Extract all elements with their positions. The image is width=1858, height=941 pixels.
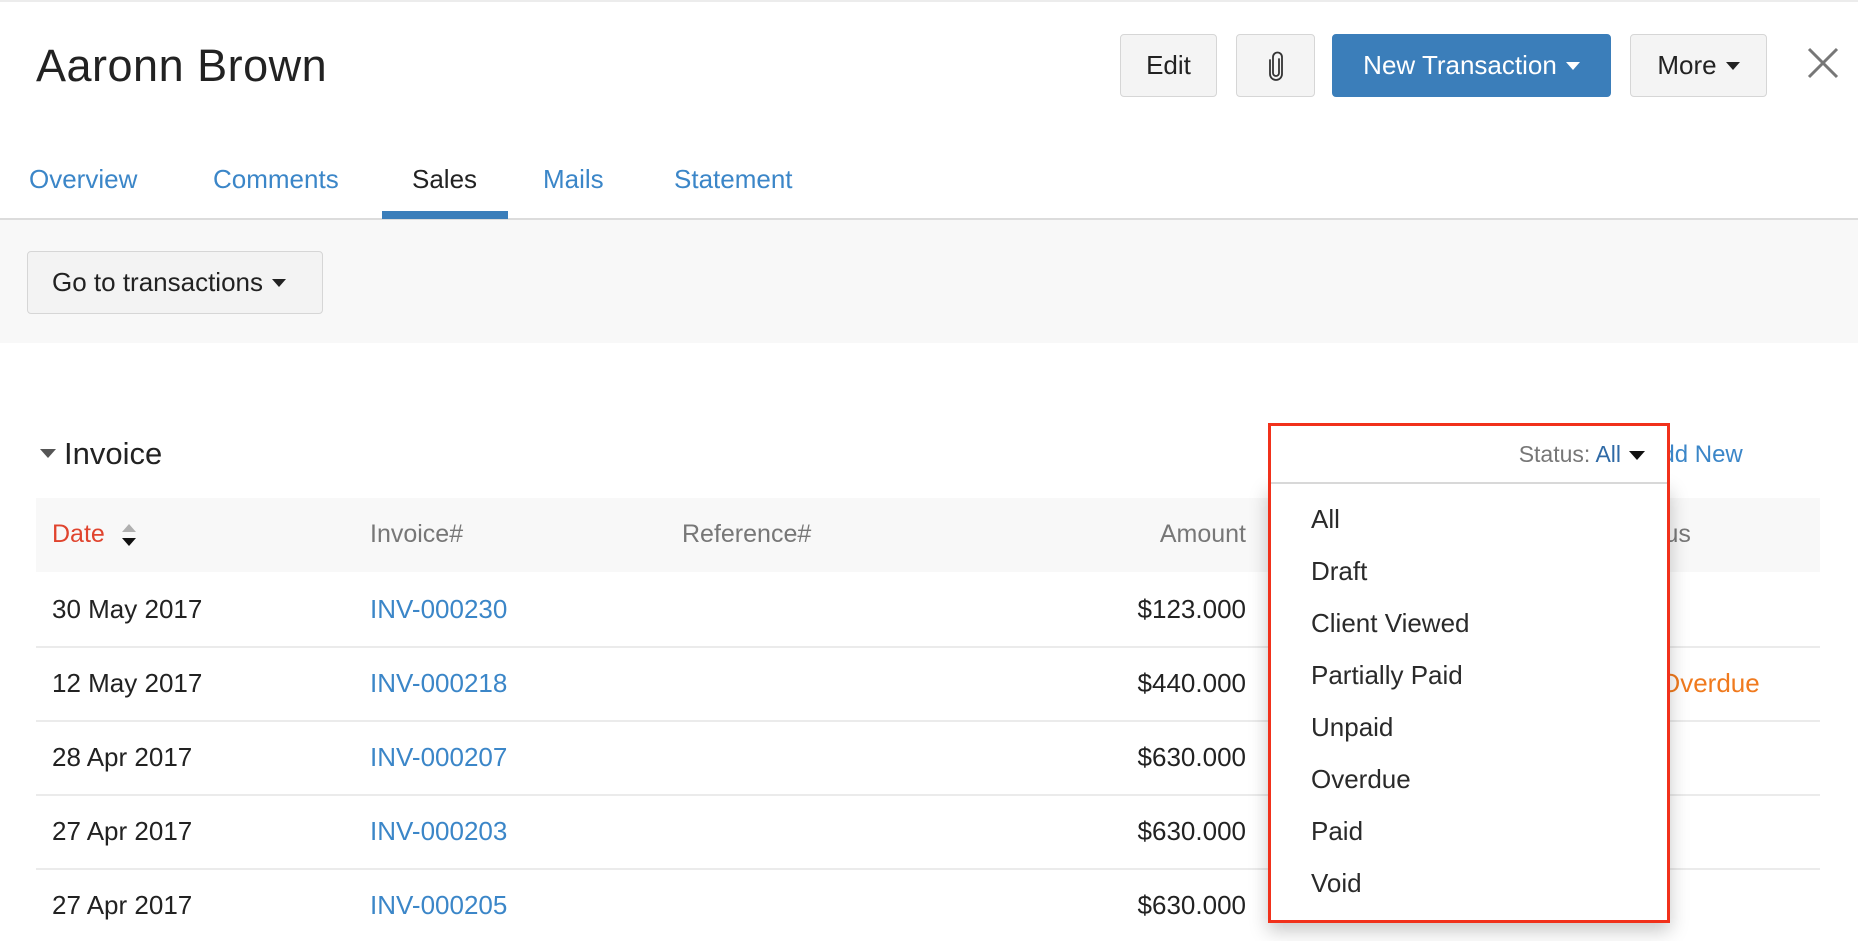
status-option-draft[interactable]: Draft — [1311, 556, 1367, 587]
close-icon[interactable] — [1806, 46, 1840, 80]
chevron-down-icon — [1629, 451, 1645, 461]
chevron-down-icon — [1725, 61, 1740, 70]
chevron-down-icon — [272, 278, 286, 287]
status-filter-label: Status: — [1518, 441, 1591, 467]
column-header-invoice[interactable]: Invoice# — [370, 520, 463, 549]
tab-sales[interactable]: Sales — [412, 164, 477, 195]
status-option-unpaid[interactable]: Unpaid — [1311, 712, 1393, 743]
top-border — [0, 0, 1858, 2]
attach-button[interactable] — [1236, 34, 1315, 97]
row-amount: $630.000 — [1137, 890, 1246, 920]
row-invoice-link[interactable]: INV-000218 — [370, 668, 507, 699]
status-option-void[interactable]: Void — [1311, 868, 1362, 899]
paperclip-icon — [1268, 51, 1283, 81]
column-header-reference[interactable]: Reference# — [682, 520, 811, 549]
more-button[interactable]: More — [1630, 34, 1767, 97]
section-title: Invoice — [64, 436, 163, 471]
chevron-down-icon — [1565, 61, 1580, 70]
row-invoice-link[interactable]: INV-000207 — [370, 742, 507, 773]
column-header-amount[interactable]: Amount — [1046, 520, 1246, 549]
tab-mails[interactable]: Mails — [543, 164, 604, 195]
status-filter-value: All — [1595, 441, 1621, 467]
tab-statement[interactable]: Statement — [674, 164, 793, 195]
row-amount: $123.000 — [1137, 594, 1246, 624]
status-filter-toggle[interactable]: Status: All — [1271, 441, 1645, 468]
row-date: 27 Apr 2017 — [52, 816, 193, 846]
row-invoice-link[interactable]: INV-000205 — [370, 890, 507, 921]
tab-comments[interactable]: Comments — [213, 164, 339, 195]
row-amount: $630.000 — [1137, 742, 1246, 772]
row-amount: $630.000 — [1137, 816, 1246, 846]
row-date: 12 May 2017 — [52, 668, 203, 698]
new-transaction-button[interactable]: New Transaction — [1332, 34, 1611, 97]
edit-button-label: Edit — [1146, 50, 1191, 80]
row-status: Overdue — [1660, 668, 1760, 698]
go-to-transactions-label: Go to transactions — [52, 267, 263, 297]
tab-overview[interactable]: Overview — [29, 164, 137, 195]
sort-descending-icon — [122, 538, 136, 546]
status-option-paid[interactable]: Paid — [1311, 816, 1363, 847]
more-button-label: More — [1657, 50, 1717, 80]
column-header-date[interactable]: Date — [52, 520, 105, 549]
status-dropdown-menu: All Draft Client Viewed Partially Paid U… — [1271, 484, 1667, 920]
go-to-transactions-button[interactable]: Go to transactions — [27, 251, 323, 314]
row-invoice-link[interactable]: INV-000230 — [370, 594, 507, 625]
new-transaction-label: New Transaction — [1363, 50, 1557, 80]
contact-name-title: Aaronn Brown — [36, 40, 328, 91]
status-option-all[interactable]: All — [1311, 504, 1340, 535]
row-date: 30 May 2017 — [52, 594, 203, 624]
row-date: 28 Apr 2017 — [52, 742, 193, 772]
status-option-client-viewed[interactable]: Client Viewed — [1311, 608, 1470, 639]
active-tab-indicator — [382, 211, 508, 219]
row-invoice-link[interactable]: INV-000203 — [370, 816, 507, 847]
status-option-overdue[interactable]: Overdue — [1311, 764, 1411, 795]
sort-ascending-icon — [122, 524, 136, 532]
collapse-caret-icon[interactable] — [40, 449, 56, 458]
edit-button[interactable]: Edit — [1120, 34, 1217, 97]
status-option-partially-paid[interactable]: Partially Paid — [1311, 660, 1463, 691]
row-amount: $440.000 — [1137, 668, 1246, 698]
row-date: 27 Apr 2017 — [52, 890, 193, 920]
